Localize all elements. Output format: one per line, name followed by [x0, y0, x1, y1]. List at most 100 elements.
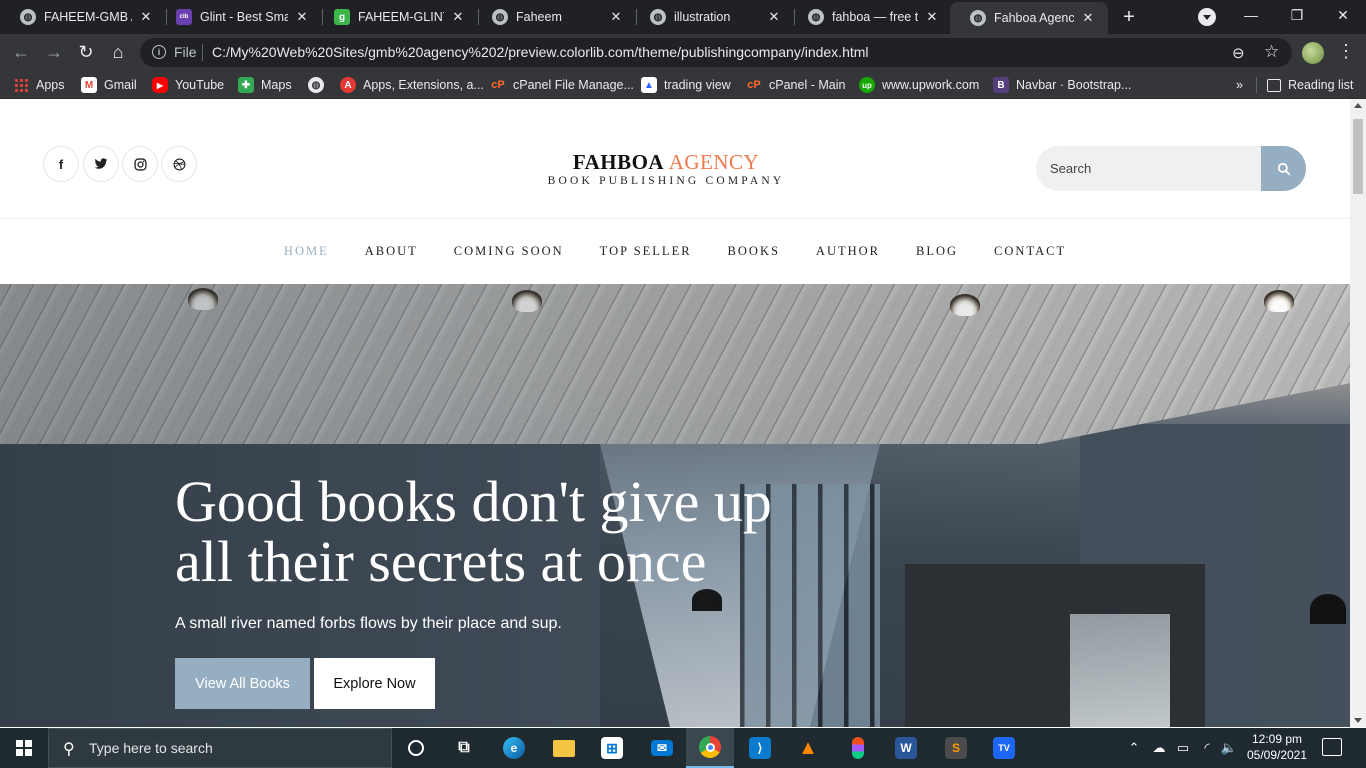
globe-icon: ◍	[308, 77, 324, 93]
word-icon[interactable]: W	[882, 728, 930, 768]
bookmark-globe[interactable]: ◍	[308, 76, 331, 94]
search-button[interactable]	[1261, 146, 1306, 191]
profile-avatar[interactable]	[1302, 42, 1324, 64]
scrollbar-thumb[interactable]	[1353, 119, 1363, 194]
window-close-icon[interactable]: ✕	[1320, 0, 1366, 30]
bookmark-apps-extensions[interactable]: A Apps, Extensions, a...	[340, 76, 484, 94]
bookmarks-overflow-button[interactable]: »	[1236, 76, 1243, 94]
bookmark-star-icon[interactable]: ☆	[1264, 42, 1279, 62]
view-all-books-button[interactable]: View All Books	[175, 658, 310, 709]
volume-icon[interactable]: 🔈	[1218, 728, 1240, 768]
restore-icon[interactable]: ❐	[1274, 0, 1320, 30]
twitter-icon[interactable]	[83, 146, 119, 182]
onedrive-icon[interactable]: ☁	[1148, 728, 1170, 768]
reload-icon[interactable]: ↻	[75, 41, 97, 63]
dribbble-icon[interactable]	[161, 146, 197, 182]
web-page: f FAHBOA AGENCY BOOK PUBLISHING COMPANY …	[0, 99, 1350, 727]
edge-icon[interactable]: e	[490, 728, 538, 768]
bookmarks-bar: Apps M Gmail ▶ YouTube ✚ Maps ◍ A Apps, …	[0, 71, 1366, 99]
chrome-icon[interactable]	[686, 728, 734, 768]
tab-faheem-glint[interactable]: g FAHEEM-GLINT ✕	[314, 0, 478, 34]
cortana-icon[interactable]	[392, 728, 440, 768]
close-icon[interactable]: ✕	[294, 9, 310, 25]
tab-faheem[interactable]: ◍ Faheem ✕	[472, 0, 636, 34]
omnibox-divider	[202, 44, 203, 61]
bookmark-gmail[interactable]: M Gmail	[81, 76, 137, 94]
globe-icon: ◍	[20, 9, 36, 25]
figma-icon[interactable]	[834, 728, 882, 768]
close-icon[interactable]: ✕	[766, 9, 782, 25]
nav-books[interactable]: BOOKS	[728, 244, 780, 259]
reading-list-button[interactable]: Reading list	[1267, 76, 1353, 94]
close-icon[interactable]: ✕	[608, 9, 624, 25]
site-info-icon[interactable]: i	[152, 45, 166, 59]
bookmark-apps[interactable]: Apps	[14, 76, 65, 94]
trading-view-icon: ▲	[641, 77, 657, 93]
page-scrollbar[interactable]	[1350, 99, 1366, 727]
start-button[interactable]	[0, 728, 48, 768]
scroll-up-icon[interactable]	[1354, 103, 1362, 108]
vscode-icon[interactable]: ⟩	[736, 728, 784, 768]
tab-fahboa-free[interactable]: ◍ fahboa — free ter ✕	[788, 0, 952, 34]
hero-subtitle: A small river named forbs flows by their…	[175, 615, 562, 632]
tab-faheem-gmb[interactable]: ◍ FAHEEM-GMB AG ✕	[0, 0, 166, 34]
tab-glint[interactable]: clb Glint - Best Small ✕	[156, 0, 322, 34]
battery-icon[interactable]: ▭	[1172, 728, 1194, 768]
bookmark-cpanel-file-manager[interactable]: cP cPanel File Manage...	[490, 76, 634, 94]
tab-fahboa-agency[interactable]: ◍ Fahboa Agency ✕	[950, 2, 1108, 34]
typora-icon[interactable]: TV	[980, 728, 1028, 768]
omnibox[interactable]: i File C:/My%20Web%20Sites/gmb%20agency%…	[140, 38, 1292, 67]
globe-icon: ◍	[970, 10, 986, 26]
nav-top-seller[interactable]: TOP SELLER	[600, 244, 692, 259]
file-explorer-icon[interactable]	[540, 728, 588, 768]
cpanel-icon: cP	[747, 79, 761, 91]
colorlib-icon: clb	[176, 9, 192, 25]
forward-icon[interactable]: →	[43, 41, 65, 63]
url-text[interactable]: C:/My%20Web%20Sites/gmb%20agency%202/pre…	[212, 44, 869, 60]
tray-chevron-icon[interactable]: ⌃	[1124, 728, 1144, 768]
menu-kebab-icon[interactable]: ⋮	[1336, 41, 1356, 62]
back-icon[interactable]: ←	[10, 41, 32, 63]
close-icon[interactable]: ✕	[450, 9, 466, 25]
bookmark-upwork[interactable]: up www.upwork.com	[859, 76, 979, 94]
vlc-icon[interactable]: ▲	[784, 728, 832, 768]
nav-author[interactable]: AUTHOR	[816, 244, 880, 259]
zoom-icon[interactable]: ⊖	[1232, 44, 1250, 62]
nav-blog[interactable]: BLOG	[916, 244, 958, 259]
search-input[interactable]	[1036, 146, 1261, 191]
minimize-icon[interactable]: —	[1228, 0, 1274, 30]
mail-icon[interactable]: ✉	[638, 728, 686, 768]
new-tab-button[interactable]: +	[1118, 6, 1140, 28]
bookmark-navbar-bootstrap[interactable]: B Navbar · Bootstrap...	[993, 76, 1131, 94]
facebook-icon[interactable]: f	[43, 146, 79, 182]
bookmark-maps[interactable]: ✚ Maps	[238, 76, 292, 94]
close-icon[interactable]: ✕	[924, 9, 940, 25]
system-clock[interactable]: 12:09 pm 05/09/2021	[1244, 731, 1310, 763]
close-icon[interactable]: ✕	[138, 9, 154, 25]
bookmark-trading-view[interactable]: ▲ trading view	[641, 76, 731, 94]
nav-coming-soon[interactable]: COMING SOON	[454, 244, 564, 259]
tab-search-icon[interactable]	[1198, 8, 1216, 26]
nav-home[interactable]: HOME	[284, 244, 329, 259]
tab-illustration[interactable]: ◍ illustration ✕	[630, 0, 794, 34]
nav-contact[interactable]: CONTACT	[994, 244, 1066, 259]
nav-about[interactable]: ABOUT	[365, 244, 418, 259]
bookmark-cpanel-main[interactable]: cP cPanel - Main	[746, 76, 845, 94]
instagram-icon[interactable]	[122, 146, 158, 182]
notification-icon[interactable]	[1322, 738, 1342, 756]
taskbar-search[interactable]: ⚲ Type here to search	[48, 728, 392, 768]
globe-icon: ◍	[808, 9, 824, 25]
bookmark-youtube[interactable]: ▶ YouTube	[152, 76, 224, 94]
home-icon[interactable]: ⌂	[107, 41, 129, 63]
task-view-icon[interactable]: ⧉	[440, 728, 488, 768]
close-icon[interactable]: ✕	[1080, 10, 1096, 26]
main-navigation: HOME ABOUT COMING SOON TOP SELLER BOOKS …	[0, 219, 1350, 284]
hero-banner: Good books don't give up all their secre…	[0, 284, 1350, 727]
store-icon[interactable]: ⊞	[588, 728, 636, 768]
cpanel-icon: cP	[491, 79, 505, 91]
site-logo[interactable]: FAHBOA AGENCY BOOK PUBLISHING COMPANY	[480, 151, 852, 187]
wifi-icon[interactable]: ◜	[1196, 728, 1218, 768]
sublime-icon[interactable]: S	[932, 728, 980, 768]
scroll-down-icon[interactable]	[1354, 718, 1362, 723]
explore-now-button[interactable]: Explore Now	[314, 658, 435, 709]
